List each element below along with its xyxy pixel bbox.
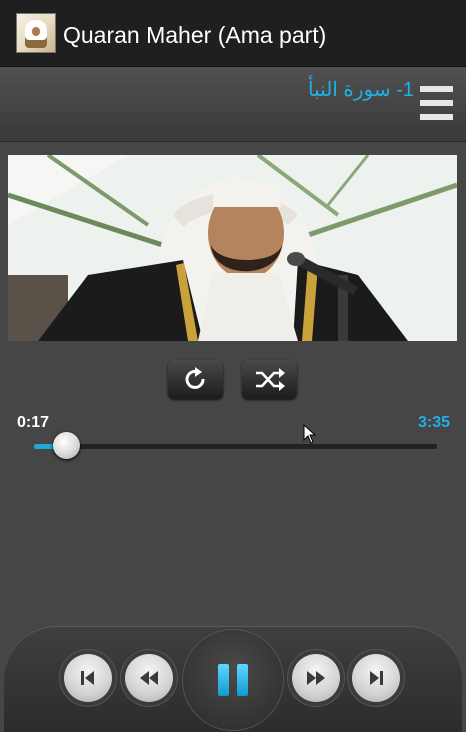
surah-header: 1- سورة النبأ — [0, 67, 466, 142]
surah-title[interactable]: 1- سورة النبأ — [308, 77, 414, 103]
repeat-button[interactable] — [168, 360, 223, 399]
shuffle-button[interactable] — [242, 360, 297, 399]
rewind-button[interactable] — [125, 654, 173, 702]
skip-previous-icon — [81, 671, 94, 685]
fast-forward-button[interactable] — [292, 654, 340, 702]
skip-next-button[interactable] — [352, 654, 400, 702]
player-screen: Quaran Maher (Ama part) 1- سورة النبأ 0:… — [0, 0, 466, 732]
skip-next-icon — [370, 671, 383, 685]
pause-button[interactable] — [183, 630, 283, 730]
seek-bar[interactable] — [34, 444, 437, 449]
playlist-menu-icon[interactable] — [420, 86, 453, 122]
repeat-icon — [185, 367, 205, 389]
total-time: 3:35 — [417, 414, 450, 431]
current-time: 0:17 — [17, 414, 50, 431]
action-bar: Quaran Maher (Ama part) — [0, 0, 466, 67]
seek-thumb[interactable] — [53, 432, 80, 459]
reciter-photo — [8, 155, 457, 341]
fast-forward-icon — [307, 671, 325, 685]
rewind-icon — [140, 671, 158, 685]
app-title: Quaran Maher (Ama part) — [63, 22, 327, 48]
skip-previous-button[interactable] — [64, 654, 112, 702]
app-logo-icon — [16, 13, 56, 53]
mouse-cursor-icon — [303, 424, 317, 444]
shuffle-icon — [256, 368, 285, 391]
